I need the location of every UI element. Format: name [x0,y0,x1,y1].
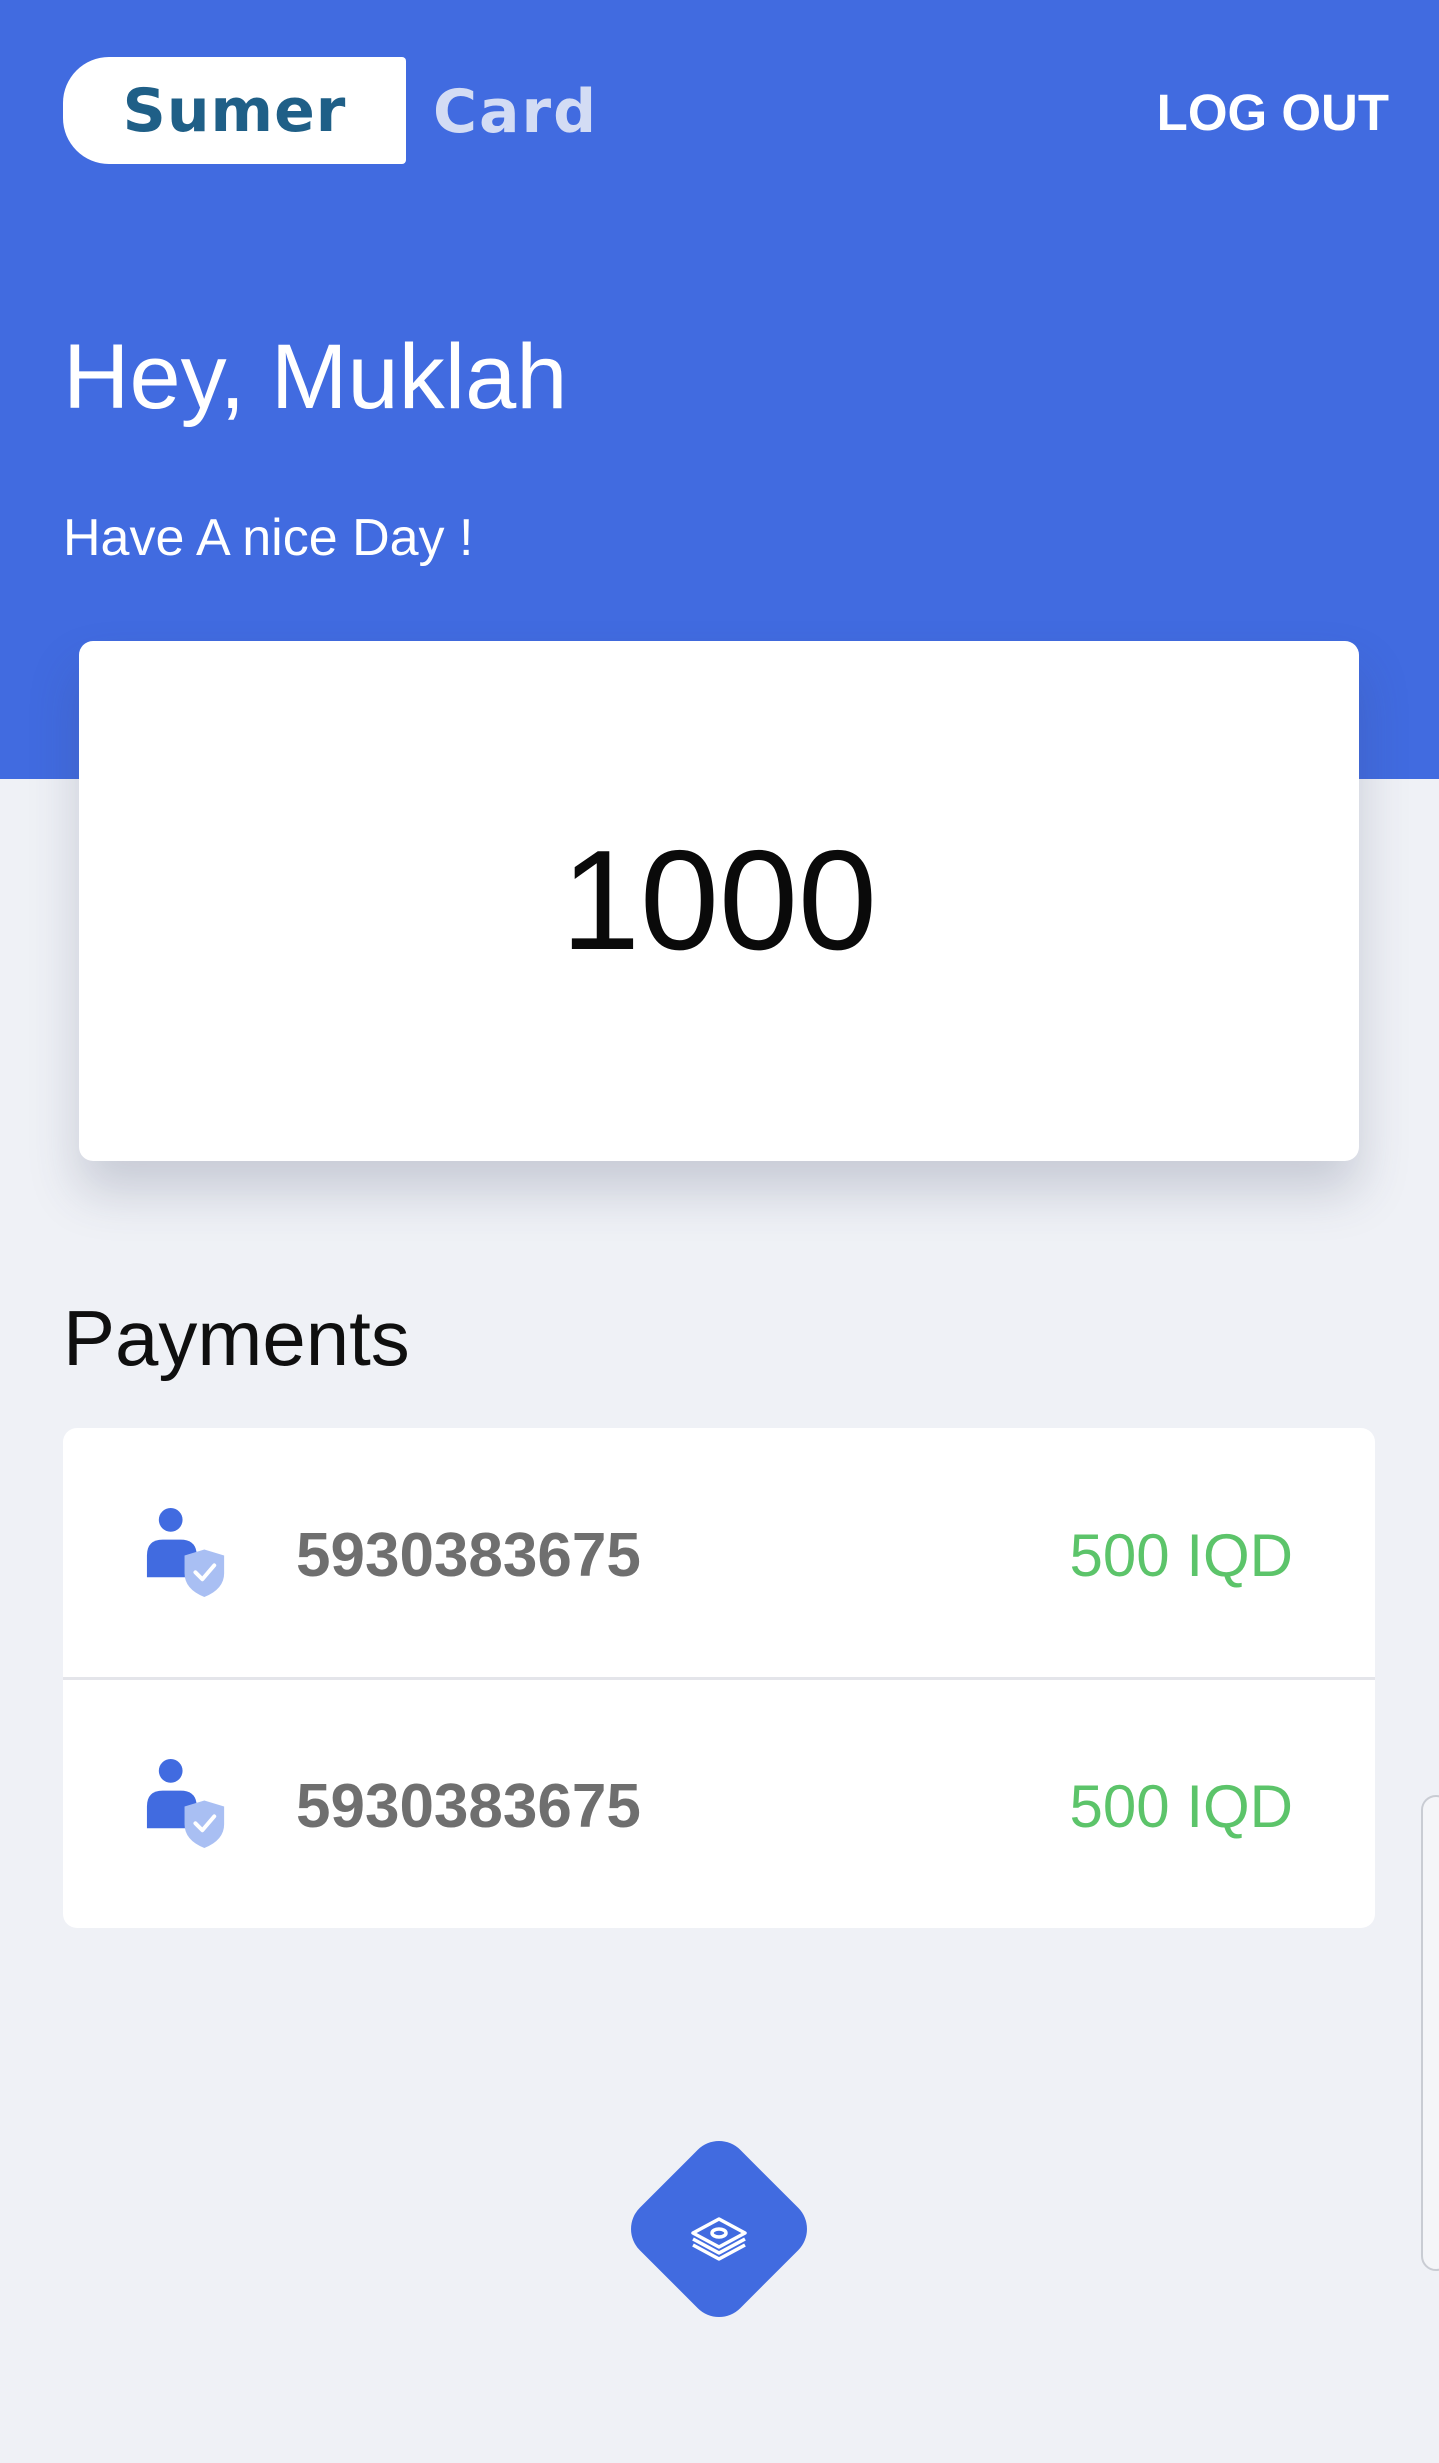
greeting-title: Hey, Muklah [63,326,568,428]
verified-user-icon [146,1758,225,1849]
balance-card: 1000 [79,641,1359,1161]
payment-row[interactable]: 5930383675 500 IQD [63,1679,1375,1928]
logo-primary-text: Sumer [122,75,347,146]
payment-fab-button[interactable] [618,2128,820,2330]
logout-button[interactable]: LOG OUT [1157,80,1389,146]
payment-amount: 500 IQD [1069,1522,1293,1589]
payments-list: 5930383675 500 IQD 5930383675 500 IQD [63,1428,1375,1928]
payment-row[interactable]: 5930383675 500 IQD [63,1428,1375,1677]
scroll-handle[interactable] [1421,1795,1439,2271]
payments-section-title: Payments [63,1294,410,1382]
payment-amount: 500 IQD [1069,1773,1293,1840]
logo-pill: Sumer [63,57,406,164]
balance-value: 1000 [561,821,877,980]
logo-secondary-text: Card [433,77,599,147]
payment-card-number: 5930383675 [296,1772,641,1841]
app-screen: Sumer Card LOG OUT Hey, Muklah Have A ni… [0,0,1439,2463]
payment-card-number: 5930383675 [296,1521,641,1590]
money-stack-icon [691,2217,747,2261]
greeting-subtitle: Have A nice Day ! [63,509,474,567]
verified-user-icon [146,1507,225,1598]
app-logo: Sumer Card [63,57,603,164]
